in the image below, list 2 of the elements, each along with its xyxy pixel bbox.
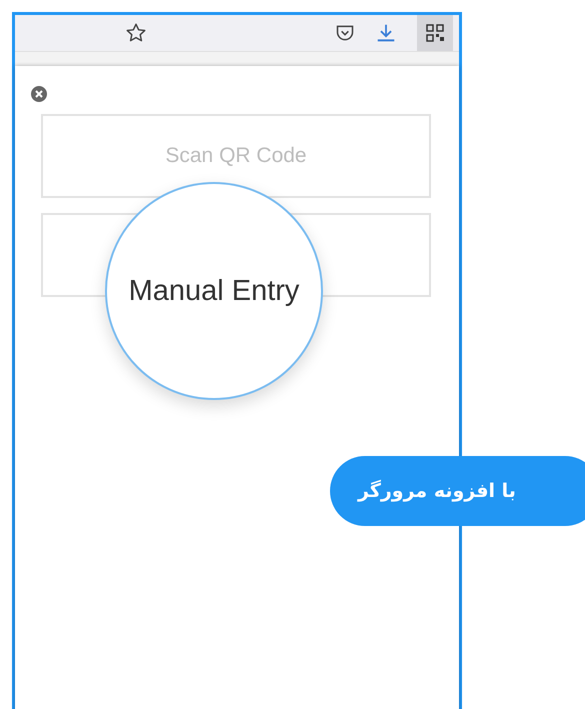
caption-text: با افزونه مرورگر [358, 480, 516, 502]
magnified-button-label: Manual Entry [128, 274, 300, 308]
